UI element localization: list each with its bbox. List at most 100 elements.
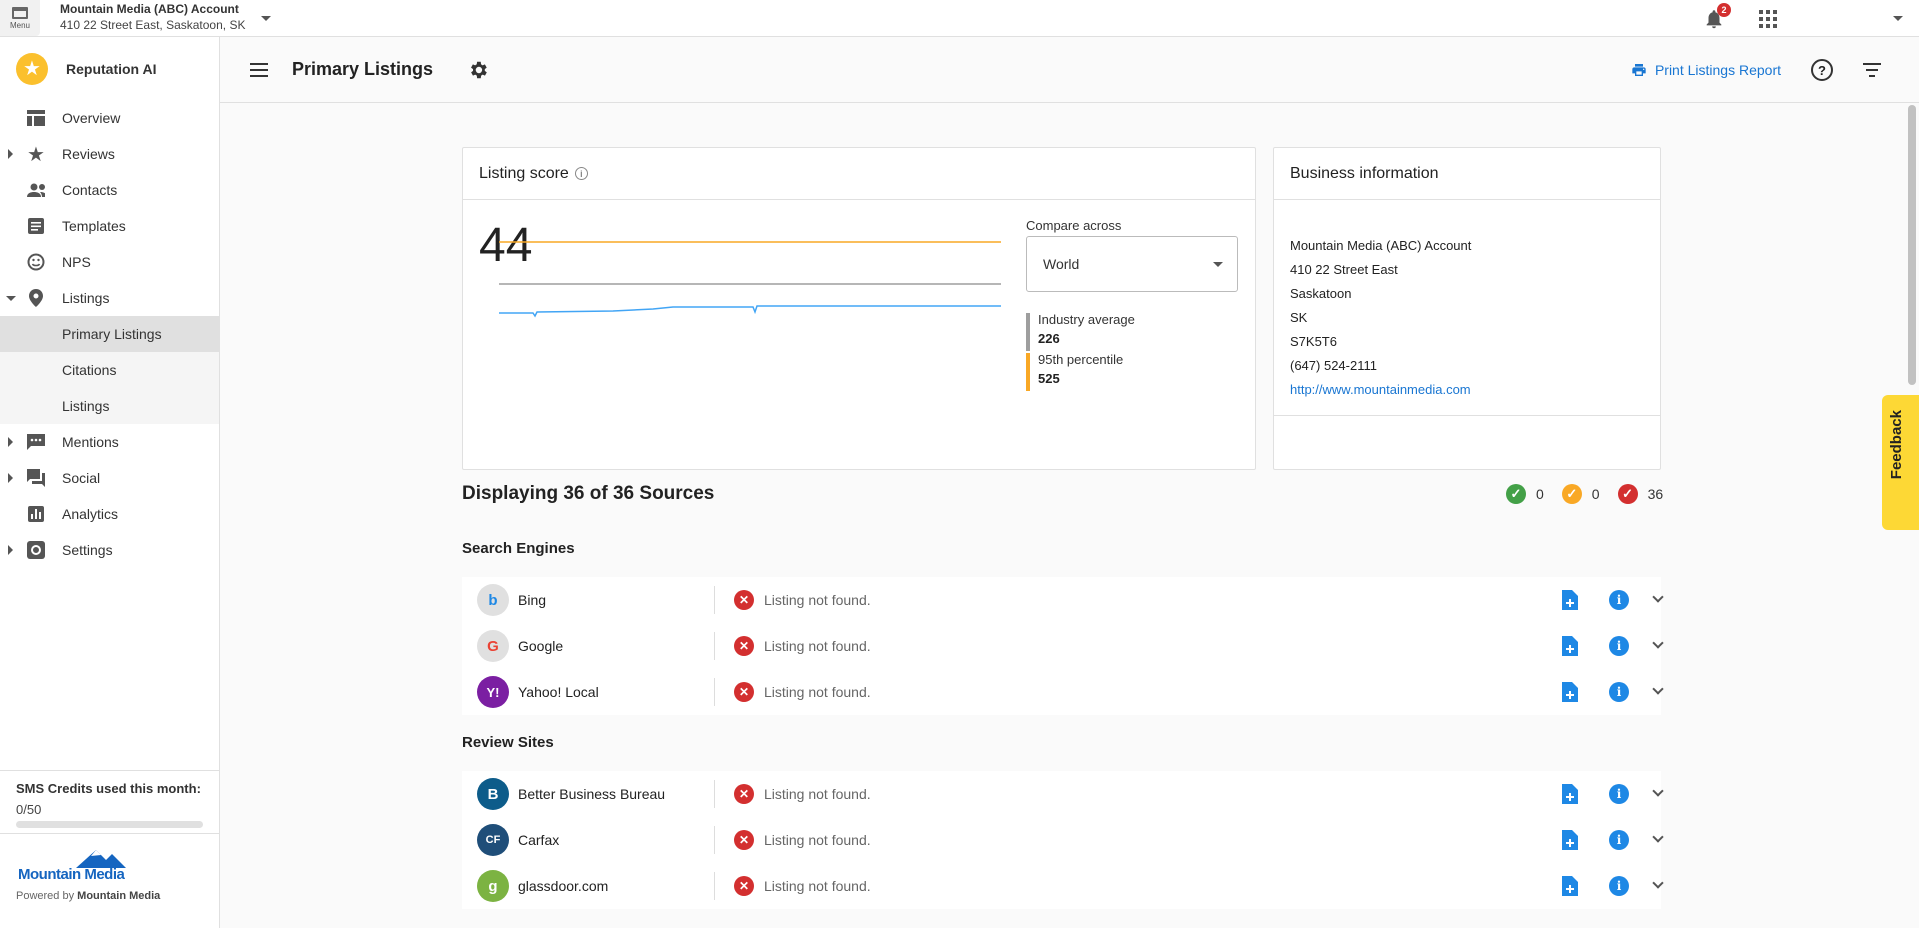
list-item[interactable]: g glassdoor.com ✕ Listing not found. i <box>462 863 1664 909</box>
apps-grid-icon[interactable] <box>1759 9 1777 28</box>
compare-across-select[interactable]: World <box>1026 236 1238 292</box>
star-icon: ★ <box>27 143 45 166</box>
check-icon: ✓ <box>1617 484 1638 504</box>
add-listing-icon[interactable] <box>1562 636 1578 656</box>
review-sites-list: B Better Business Bureau ✕ Listing not f… <box>462 771 1664 909</box>
info-icon[interactable]: i <box>1609 636 1629 656</box>
carfax-logo-icon: CF <box>477 824 509 856</box>
add-listing-icon[interactable] <box>1562 876 1578 896</box>
error-x-icon: ✕ <box>734 830 754 850</box>
account-switcher[interactable]: Mountain Media (ABC) Account 410 22 Stre… <box>60 2 245 33</box>
reputation-star-icon: ★ <box>16 52 48 85</box>
listing-score-card: Listing score i 44 Compare across World … <box>462 147 1256 470</box>
scrollbar[interactable] <box>1908 105 1916 385</box>
info-icon[interactable]: i <box>1609 590 1629 610</box>
sidebar-item-reviews[interactable]: ★ Reviews <box>0 136 219 172</box>
sidebar-item-listings[interactable]: Listings <box>0 280 219 316</box>
add-listing-icon[interactable] <box>1562 682 1578 702</box>
chevron-down-icon[interactable] <box>1652 831 1664 843</box>
account-name: Mountain Media (ABC) Account <box>60 2 239 17</box>
chevron-down-icon[interactable] <box>1652 683 1664 695</box>
sms-credits-title: SMS Credits used this month: <box>16 781 201 796</box>
sidebar-item-social[interactable]: Social <box>0 460 219 496</box>
list-item[interactable]: Y! Yahoo! Local ✕ Listing not found. i <box>462 669 1664 715</box>
gear-icon[interactable] <box>467 59 489 81</box>
business-city: Saskatoon <box>1290 286 1352 301</box>
business-info-card: Business information Mountain Media (ABC… <box>1273 147 1661 470</box>
error-x-icon: ✕ <box>734 682 754 702</box>
printer-icon <box>1632 64 1646 76</box>
check-icon: ✓ <box>1506 484 1526 504</box>
list-item[interactable]: b Bing ✕ Listing not found. i <box>462 577 1664 623</box>
feedback-tab[interactable]: Feedback <box>1882 395 1919 530</box>
print-report-button[interactable]: Print Listings Report <box>1631 62 1781 78</box>
status-counts: ✓ 0 ✓ 0 ✓ 36 <box>1488 484 1663 504</box>
score-line <box>499 305 1001 318</box>
listing-score-header: Listing score i <box>463 148 1255 200</box>
info-icon[interactable]: i <box>1609 784 1629 804</box>
displaying-sources-title: Displaying 36 of 36 Sources <box>462 483 715 504</box>
sidebar-item-settings[interactable]: Settings <box>0 532 219 568</box>
sidebar-item-contacts[interactable]: Contacts <box>0 172 219 208</box>
template-icon <box>27 217 45 235</box>
sidebar-item-nps[interactable]: NPS <box>0 244 219 280</box>
error-x-icon: ✕ <box>734 784 754 804</box>
chevron-down-icon <box>1213 262 1223 267</box>
chevron-down-icon[interactable] <box>1652 877 1664 889</box>
user-menu-chevron-icon[interactable] <box>1893 16 1903 21</box>
sidebar-item-listings-sub[interactable]: Listings <box>0 388 219 424</box>
list-item[interactable]: B Better Business Bureau ✕ Listing not f… <box>462 771 1664 817</box>
help-icon[interactable]: ? <box>1811 59 1833 81</box>
compare-across-label: Compare across <box>1026 218 1122 233</box>
sidebar-item-citations[interactable]: Citations <box>0 352 219 388</box>
info-icon[interactable]: i <box>1609 876 1629 896</box>
info-icon[interactable]: i <box>1609 682 1629 702</box>
bar-chart-icon <box>27 505 45 523</box>
chevron-down-icon[interactable] <box>1652 591 1664 603</box>
sidebar-item-mentions[interactable]: Mentions <box>0 424 219 460</box>
bing-logo-icon: b <box>477 584 509 616</box>
add-listing-icon[interactable] <box>1562 590 1578 610</box>
add-listing-icon[interactable] <box>1562 830 1578 850</box>
business-street: 410 22 Street East <box>1290 262 1398 277</box>
menu-button[interactable]: Menu <box>0 0 40 36</box>
list-item[interactable]: G Google ✕ Listing not found. i <box>462 623 1664 669</box>
section-title-review-sites: Review Sites <box>462 734 554 751</box>
score-legend: Industry average 226 95th percentile 525 <box>1026 311 1135 391</box>
google-logo-icon: G <box>477 630 509 662</box>
business-website-link[interactable]: http://www.mountainmedia.com <box>1290 382 1471 397</box>
expand-arrow-icon <box>8 149 13 159</box>
location-pin-icon <box>27 289 45 307</box>
account-address: 410 22 Street East, Saskatoon, SK <box>60 18 246 32</box>
search-engines-list: b Bing ✕ Listing not found. i G Google ✕… <box>462 577 1664 715</box>
glassdoor-logo-icon: g <box>477 870 509 902</box>
business-info-header: Business information <box>1274 148 1660 200</box>
filter-icon[interactable] <box>1863 63 1881 77</box>
collapse-arrow-icon <box>6 295 16 301</box>
bbb-logo-icon: B <box>477 778 509 810</box>
store-icon <box>12 6 28 19</box>
sidebar-item-primary-listings[interactable]: Primary Listings <box>0 316 219 352</box>
legend-95th-percentile: 95th percentile 525 <box>1026 351 1135 391</box>
hamburger-menu-icon[interactable] <box>250 62 268 77</box>
chevron-down-icon[interactable] <box>261 15 272 21</box>
sidebar-item-overview[interactable]: Overview <box>0 100 219 136</box>
chevron-down-icon[interactable] <box>1652 637 1664 649</box>
error-x-icon: ✕ <box>734 876 754 896</box>
expand-arrow-icon <box>8 473 13 483</box>
menu-label: Menu <box>9 20 30 30</box>
business-name: Mountain Media (ABC) Account <box>1290 238 1472 253</box>
notifications-button[interactable]: 2 <box>1703 2 1731 30</box>
add-listing-icon[interactable] <box>1562 784 1578 804</box>
powered-by: Powered by Mountain Media <box>16 890 161 902</box>
info-icon[interactable]: i <box>574 167 588 180</box>
sidebar-item-analytics[interactable]: Analytics <box>0 496 219 532</box>
list-item[interactable]: CF Carfax ✕ Listing not found. i <box>462 817 1664 863</box>
sidebar-item-templates[interactable]: Templates <box>0 208 219 244</box>
info-icon[interactable]: i <box>1609 830 1629 850</box>
chevron-down-icon[interactable] <box>1652 785 1664 797</box>
expand-arrow-icon <box>8 545 13 555</box>
error-x-icon: ✕ <box>734 590 754 610</box>
warning-count: ✓ 0 <box>1561 484 1600 504</box>
page-title: Primary Listings <box>292 59 434 79</box>
